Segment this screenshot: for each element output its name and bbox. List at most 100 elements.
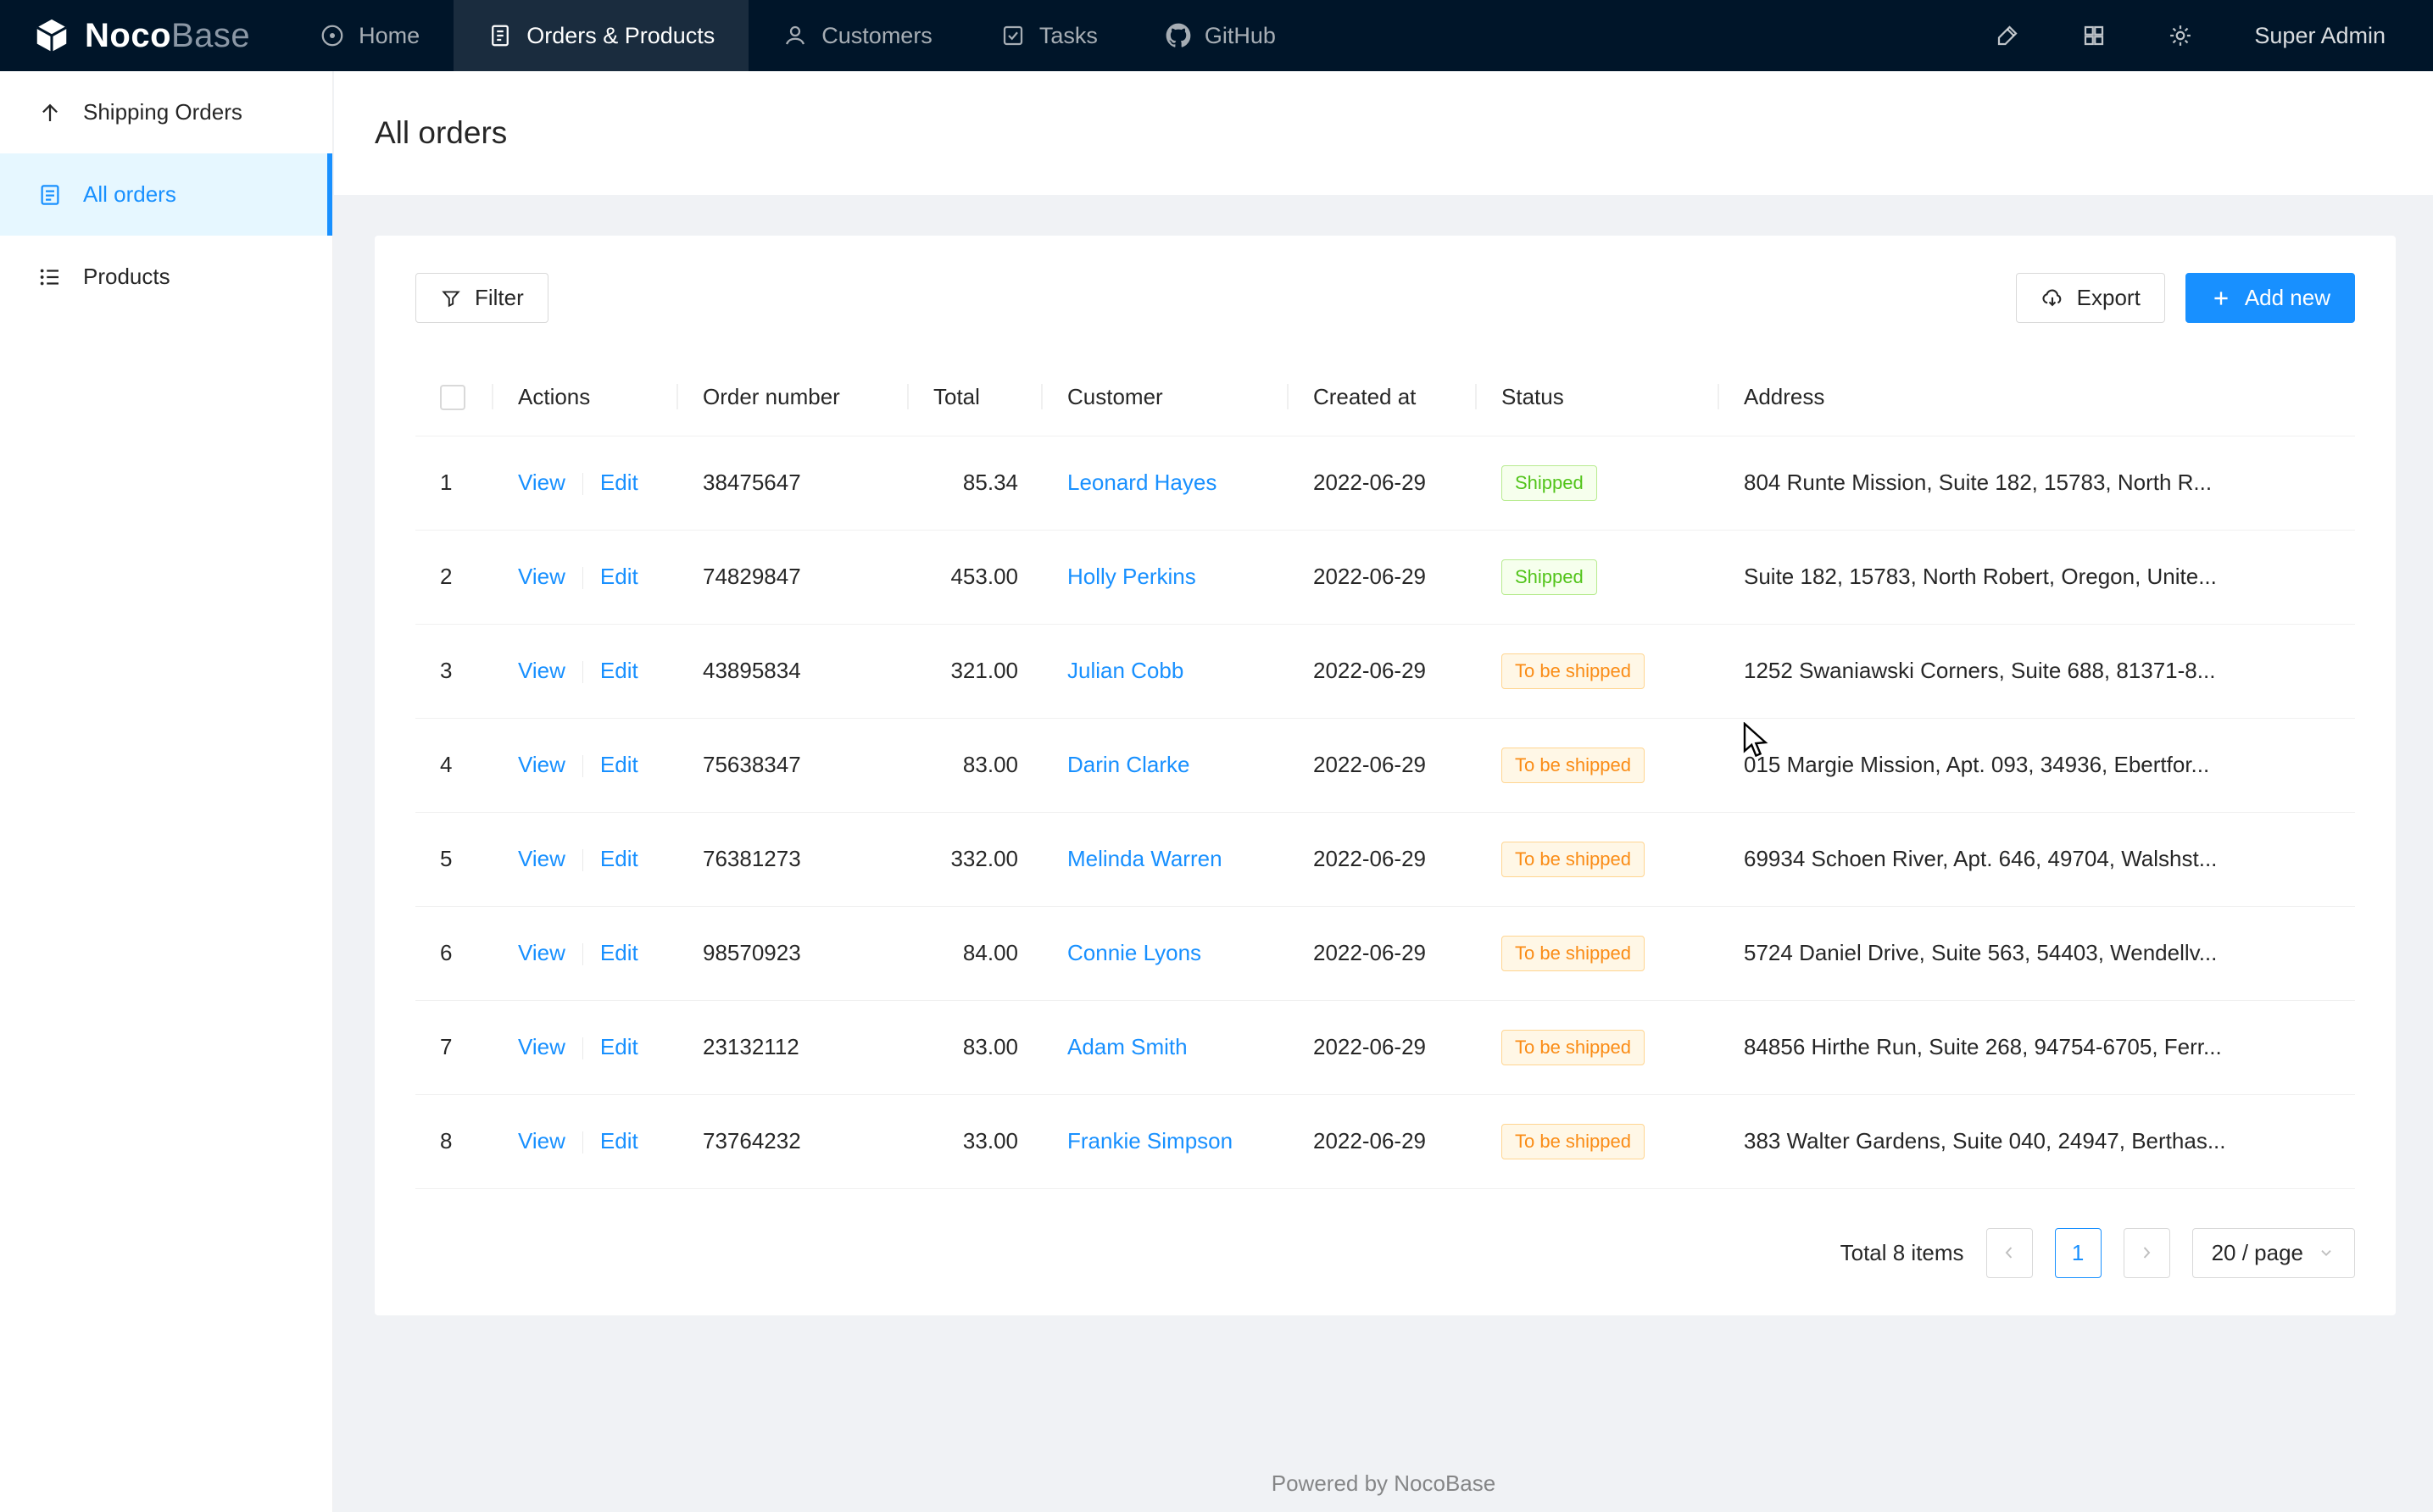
view-link[interactable]: View — [518, 940, 565, 965]
column-header-total: Total — [909, 359, 1043, 436]
column-header-actions: Actions — [493, 359, 678, 436]
edit-link[interactable]: Edit — [600, 1128, 638, 1153]
pagination-page-1[interactable]: 1 — [2055, 1228, 2102, 1278]
customer-cell: Frankie Simpson — [1043, 1094, 1289, 1188]
actions-cell: View Edit — [493, 624, 678, 718]
filter-funnel-icon — [440, 287, 462, 309]
view-link[interactable]: View — [518, 752, 565, 777]
highlighter-pen-icon[interactable] — [1995, 23, 2020, 48]
status-badge: To be shipped — [1501, 653, 1645, 689]
sidebar-item-shipping-orders[interactable]: Shipping Orders — [0, 71, 332, 153]
nav-item-home[interactable]: Home — [286, 0, 454, 71]
customer-link[interactable]: Julian Cobb — [1067, 658, 1183, 683]
customer-link[interactable]: Leonard Hayes — [1067, 470, 1216, 495]
actions-cell: View Edit — [493, 436, 678, 530]
pagination-prev-button[interactable] — [1986, 1228, 2033, 1278]
address-cell: 69934 Schoen River, Apt. 646, 49704, Wal… — [1719, 812, 2355, 906]
nocobase-logo[interactable]: NocoBase — [0, 16, 286, 55]
total-cell: 453.00 — [909, 530, 1043, 624]
nav-label: Home — [359, 23, 420, 49]
view-link[interactable]: View — [518, 658, 565, 683]
nav-item-github[interactable]: GitHub — [1132, 0, 1310, 71]
actions-cell: View Edit — [493, 718, 678, 812]
edit-link[interactable]: Edit — [600, 752, 638, 777]
table-row: 1 ViewEdit 38475647 85.34 Leonard Hayes … — [415, 436, 2355, 530]
main-content: All orders Filter Export — [334, 71, 2433, 1512]
customer-cell: Holly Perkins — [1043, 530, 1289, 624]
order-number-cell: 38475647 — [678, 436, 909, 530]
current-user[interactable]: Super Admin — [2254, 23, 2386, 49]
actions-cell: View Edit — [493, 812, 678, 906]
customer-link[interactable]: Darin Clarke — [1067, 752, 1190, 777]
settings-gear-icon[interactable] — [2168, 23, 2193, 48]
action-divider — [582, 849, 583, 871]
select-all-checkbox[interactable] — [440, 385, 465, 410]
edit-link[interactable]: Edit — [600, 564, 638, 589]
row-index-cell: 4 — [415, 718, 493, 812]
edit-link[interactable]: Edit — [600, 470, 638, 495]
nav-item-tasks[interactable]: Tasks — [966, 0, 1132, 71]
row-index-cell: 3 — [415, 624, 493, 718]
view-link[interactable]: View — [518, 564, 565, 589]
customer-link[interactable]: Melinda Warren — [1067, 846, 1222, 871]
add-new-button[interactable]: Add new — [2185, 273, 2355, 323]
table-row: 8 ViewEdit 73764232 33.00 Frankie Simpso… — [415, 1094, 2355, 1188]
action-divider — [582, 1037, 583, 1059]
action-divider — [582, 567, 583, 589]
view-link[interactable]: View — [518, 846, 565, 871]
order-number-cell: 43895834 — [678, 624, 909, 718]
export-button[interactable]: Export — [2016, 273, 2165, 323]
nav-item-orders-products[interactable]: Orders & Products — [454, 0, 749, 71]
status-badge: To be shipped — [1501, 842, 1645, 877]
status-cell: To be shipped — [1477, 906, 1719, 1000]
customer-cell: Leonard Hayes — [1043, 436, 1289, 530]
edit-link[interactable]: Edit — [600, 658, 638, 683]
topbar-right: Super Admin — [1995, 23, 2433, 49]
edit-link[interactable]: Edit — [600, 1034, 638, 1059]
total-cell: 85.34 — [909, 436, 1043, 530]
total-cell: 332.00 — [909, 812, 1043, 906]
status-cell: To be shipped — [1477, 624, 1719, 718]
status-badge: To be shipped — [1501, 1124, 1645, 1159]
actions-cell: View Edit — [493, 1000, 678, 1094]
total-cell: 84.00 — [909, 906, 1043, 1000]
address-cell: 84856 Hirthe Run, Suite 268, 94754-6705,… — [1719, 1000, 2355, 1094]
nav-label: Customers — [821, 23, 933, 49]
edit-link[interactable]: Edit — [600, 940, 638, 965]
status-cell: Shipped — [1477, 530, 1719, 624]
page-size-select[interactable]: 20 / page — [2192, 1228, 2355, 1278]
view-link[interactable]: View — [518, 1128, 565, 1153]
order-number-cell: 75638347 — [678, 718, 909, 812]
address-cell: 5724 Daniel Drive, Suite 563, 54403, Wen… — [1719, 906, 2355, 1000]
customer-cell: Julian Cobb — [1043, 624, 1289, 718]
edit-link[interactable]: Edit — [600, 846, 638, 871]
unordered-list-icon — [37, 264, 63, 290]
total-cell: 321.00 — [909, 624, 1043, 718]
customer-link[interactable]: Connie Lyons — [1067, 940, 1201, 965]
sidebar-item-all-orders[interactable]: All orders — [0, 153, 332, 236]
customer-cell: Connie Lyons — [1043, 906, 1289, 1000]
nav-item-customers[interactable]: Customers — [749, 0, 966, 71]
customer-cell: Darin Clarke — [1043, 718, 1289, 812]
pagination-next-button[interactable] — [2124, 1228, 2170, 1278]
view-link[interactable]: View — [518, 1034, 565, 1059]
sidebar-item-products[interactable]: Products — [0, 236, 332, 318]
action-divider — [582, 661, 583, 683]
nocobase-logo-icon — [32, 16, 71, 55]
plugins-grid-icon[interactable] — [2081, 23, 2107, 48]
column-header-select — [415, 359, 493, 436]
column-header-customer: Customer — [1043, 359, 1289, 436]
table-row: 6 ViewEdit 98570923 84.00 Connie Lyons 2… — [415, 906, 2355, 1000]
customer-link[interactable]: Frankie Simpson — [1067, 1128, 1233, 1153]
created-at-cell: 2022-06-29 — [1289, 812, 1477, 906]
filter-button[interactable]: Filter — [415, 273, 548, 323]
row-index-cell: 1 — [415, 436, 493, 530]
page-title: All orders — [375, 115, 507, 151]
customer-link[interactable]: Holly Perkins — [1067, 564, 1196, 589]
customer-link[interactable]: Adam Smith — [1067, 1034, 1188, 1059]
sidebar-item-label: Products — [83, 264, 170, 290]
table-row: 3 ViewEdit 43895834 321.00 Julian Cobb 2… — [415, 624, 2355, 718]
footer-text: Powered by NocoBase — [334, 1470, 2433, 1497]
view-link[interactable]: View — [518, 470, 565, 495]
column-header-address: Address — [1719, 359, 2355, 436]
